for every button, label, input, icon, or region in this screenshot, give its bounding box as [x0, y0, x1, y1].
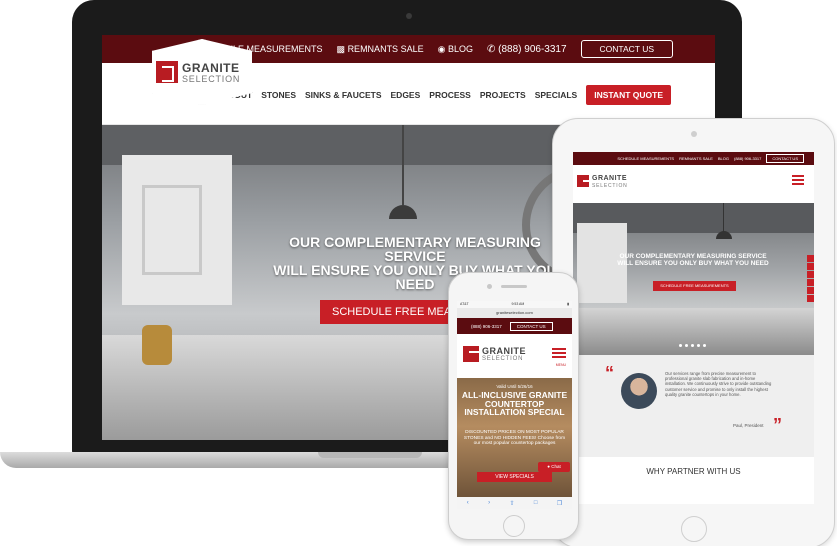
tablet-hero-heading: OUR COMPLEMENTARY MEASURING SERVICE WILL…	[613, 253, 773, 267]
youtube-icon[interactable]	[807, 295, 814, 302]
logo-text-line2: SELECTION	[182, 74, 241, 84]
laptop-notch	[318, 452, 422, 458]
chat-icon: ●	[547, 464, 550, 469]
phone-logo-line1: GRANITE	[482, 346, 526, 356]
forward-icon[interactable]: ›	[488, 500, 490, 506]
testimonial-signature: Paul, President	[733, 423, 764, 428]
pendant-cord-shape	[402, 125, 404, 205]
phone-hero: Valid Until 5/26/16 ALL-INCLUSIVE GRANIT…	[457, 378, 572, 499]
tablet-camera	[691, 131, 697, 137]
instant-quote-button[interactable]: INSTANT QUOTE	[586, 85, 671, 105]
phone-hamburger-icon[interactable]	[552, 348, 566, 360]
tablet-remnants-link[interactable]: REMNANTS SALE	[679, 156, 713, 161]
tablet-logo-mark-icon	[577, 175, 595, 196]
nav-item-sinks-faucets[interactable]: SINKS & FAUCETS	[305, 90, 382, 100]
browser-toolbar: ‹ › ⇧ □ ❐	[457, 497, 572, 509]
logo-mark-icon	[156, 61, 178, 83]
phone-nav: GRANITE SELECTION MENU	[457, 334, 572, 378]
tablet-nav: GRANITE SELECTION	[573, 165, 814, 203]
tablet-pendant-cord-shape	[723, 203, 724, 233]
phone-logo-line2: SELECTION	[482, 356, 524, 362]
tablet-screen: SCHEDULE MEASUREMENTS REMNANTS SALE BLOG…	[573, 152, 814, 504]
blog-link[interactable]: ◉ BLOG	[438, 44, 473, 55]
linkedin-icon[interactable]	[807, 287, 814, 294]
phone-number-link[interactable]: (888) 906-3317	[471, 324, 502, 329]
nav-item-stones[interactable]: STONES	[261, 90, 296, 100]
tablet-blog-link[interactable]: BLOG	[718, 156, 729, 161]
tablet-frame: SCHEDULE MEASUREMENTS REMNANTS SALE BLOG…	[552, 118, 835, 546]
phone-contact-button[interactable]: CONTACT US	[509, 321, 553, 331]
chat-label: Chat	[551, 464, 561, 469]
phone-screen: AT&T 9:53 AM ▮ graniteselection.com (888…	[457, 301, 572, 509]
battery-icon: ▮	[567, 302, 569, 306]
nav-item-process[interactable]: PROCESS	[429, 90, 471, 100]
tablet-phone-link[interactable]: (888) 906-3317	[734, 156, 761, 161]
tablet-hero-line1: OUR COMPLEMENTARY MEASURING SERVICE	[619, 253, 767, 260]
phone-link[interactable]: ✆ (888) 906-3317	[487, 44, 567, 55]
valid-until-label: Valid Until 5/26/16	[496, 384, 533, 389]
twitter-icon[interactable]	[807, 263, 814, 270]
tablet-schedule-button[interactable]: SCHEDULE FREE MEASUREMENTS	[653, 281, 736, 291]
tablet-hero: OUR COMPLEMENTARY MEASURING SERVICE WILL…	[573, 203, 814, 355]
tablet-schedule-link[interactable]: SCHEDULE MEASUREMENTS	[617, 156, 674, 161]
carrier-label: AT&T	[460, 302, 469, 306]
social-sidebar	[807, 255, 814, 303]
status-bar: AT&T 9:53 AM ▮	[457, 301, 572, 308]
nav-item-specials[interactable]: SPECIALS	[535, 90, 578, 100]
avatar	[621, 373, 657, 409]
nav-item-edges[interactable]: EDGES	[391, 90, 421, 100]
address-bar[interactable]: graniteselection.com	[457, 308, 572, 318]
phone-hero-subtitle: DISCOUNTED PRICES ON MOST POPULAR STONES…	[463, 430, 566, 446]
close-quote-icon: ”	[773, 415, 782, 435]
back-icon[interactable]: ‹	[467, 500, 469, 506]
time-label: 9:53 AM	[511, 302, 525, 306]
phone-camera	[487, 284, 492, 289]
testimonial-section: “ Our services range from precise measur…	[573, 355, 814, 457]
nav-item-projects[interactable]: PROJECTS	[480, 90, 526, 100]
tablet-hamburger-icon[interactable]	[792, 175, 804, 187]
tablet-home-button	[681, 516, 707, 542]
hero-heading-line1: OUR COMPLEMENTARY MEASURING SERVICE	[289, 234, 541, 264]
menu-label: MENU	[555, 363, 566, 367]
tabs-icon[interactable]: ❐	[557, 500, 562, 507]
phone-logo-mark-icon	[463, 346, 481, 367]
carousel-dots[interactable]	[679, 344, 706, 347]
cabinet-glass-shape	[142, 185, 202, 275]
remnants-sale-link[interactable]: ▩ REMNANTS SALE	[337, 44, 424, 55]
pinterest-icon[interactable]	[807, 279, 814, 286]
phone-speaker	[501, 285, 527, 288]
bookmarks-icon[interactable]: □	[534, 500, 538, 506]
logo-text-line1: GRANITE	[182, 61, 240, 75]
laptop-camera	[406, 13, 412, 19]
phone-hero-title: ALL-INCLUSIVE GRANITE COUNTERTOP INSTALL…	[461, 390, 568, 417]
share-icon[interactable]: ⇧	[509, 500, 514, 507]
view-specials-button[interactable]: VIEW SPECIALS	[477, 472, 552, 482]
facebook-icon[interactable]	[807, 255, 814, 262]
pendant-lamp-shape	[389, 205, 417, 219]
open-quote-icon: “	[605, 363, 614, 383]
tablet-contact-button[interactable]: CONTACT US	[766, 154, 804, 163]
nav-menu: ABOUT STONES SINKS & FAUCETS EDGES PROCE…	[222, 85, 671, 105]
testimonial-text: Our services range from precise measurem…	[665, 371, 772, 397]
tablet-logo-line1: GRANITE	[592, 175, 627, 182]
logo[interactable]: GRANITE SELECTION	[152, 39, 252, 105]
why-partner-heading: WHY PARTNER WITH US	[573, 457, 814, 487]
device-mockup: ▤ SCHEDULE MEASUREMENTS ▩ REMNANTS SALE …	[0, 0, 837, 546]
phone-home-button	[503, 515, 525, 537]
tablet-hero-line2: WILL ENSURE YOU ONLY BUY WHAT YOU NEED	[617, 260, 769, 267]
contact-us-button[interactable]: CONTACT US	[580, 40, 673, 58]
chat-button[interactable]: ● Chat	[538, 462, 570, 472]
pineapple-shape	[142, 325, 172, 365]
tablet-logo-line2: SELECTION	[592, 183, 628, 189]
tablet-counter-shape	[573, 308, 814, 355]
phone-frame: AT&T 9:53 AM ▮ graniteselection.com (888…	[448, 272, 579, 540]
phone-utility-bar: (888) 906-3317 CONTACT US	[457, 318, 572, 334]
tablet-utility-bar: SCHEDULE MEASUREMENTS REMNANTS SALE BLOG…	[573, 152, 814, 165]
google-plus-icon[interactable]	[807, 271, 814, 278]
